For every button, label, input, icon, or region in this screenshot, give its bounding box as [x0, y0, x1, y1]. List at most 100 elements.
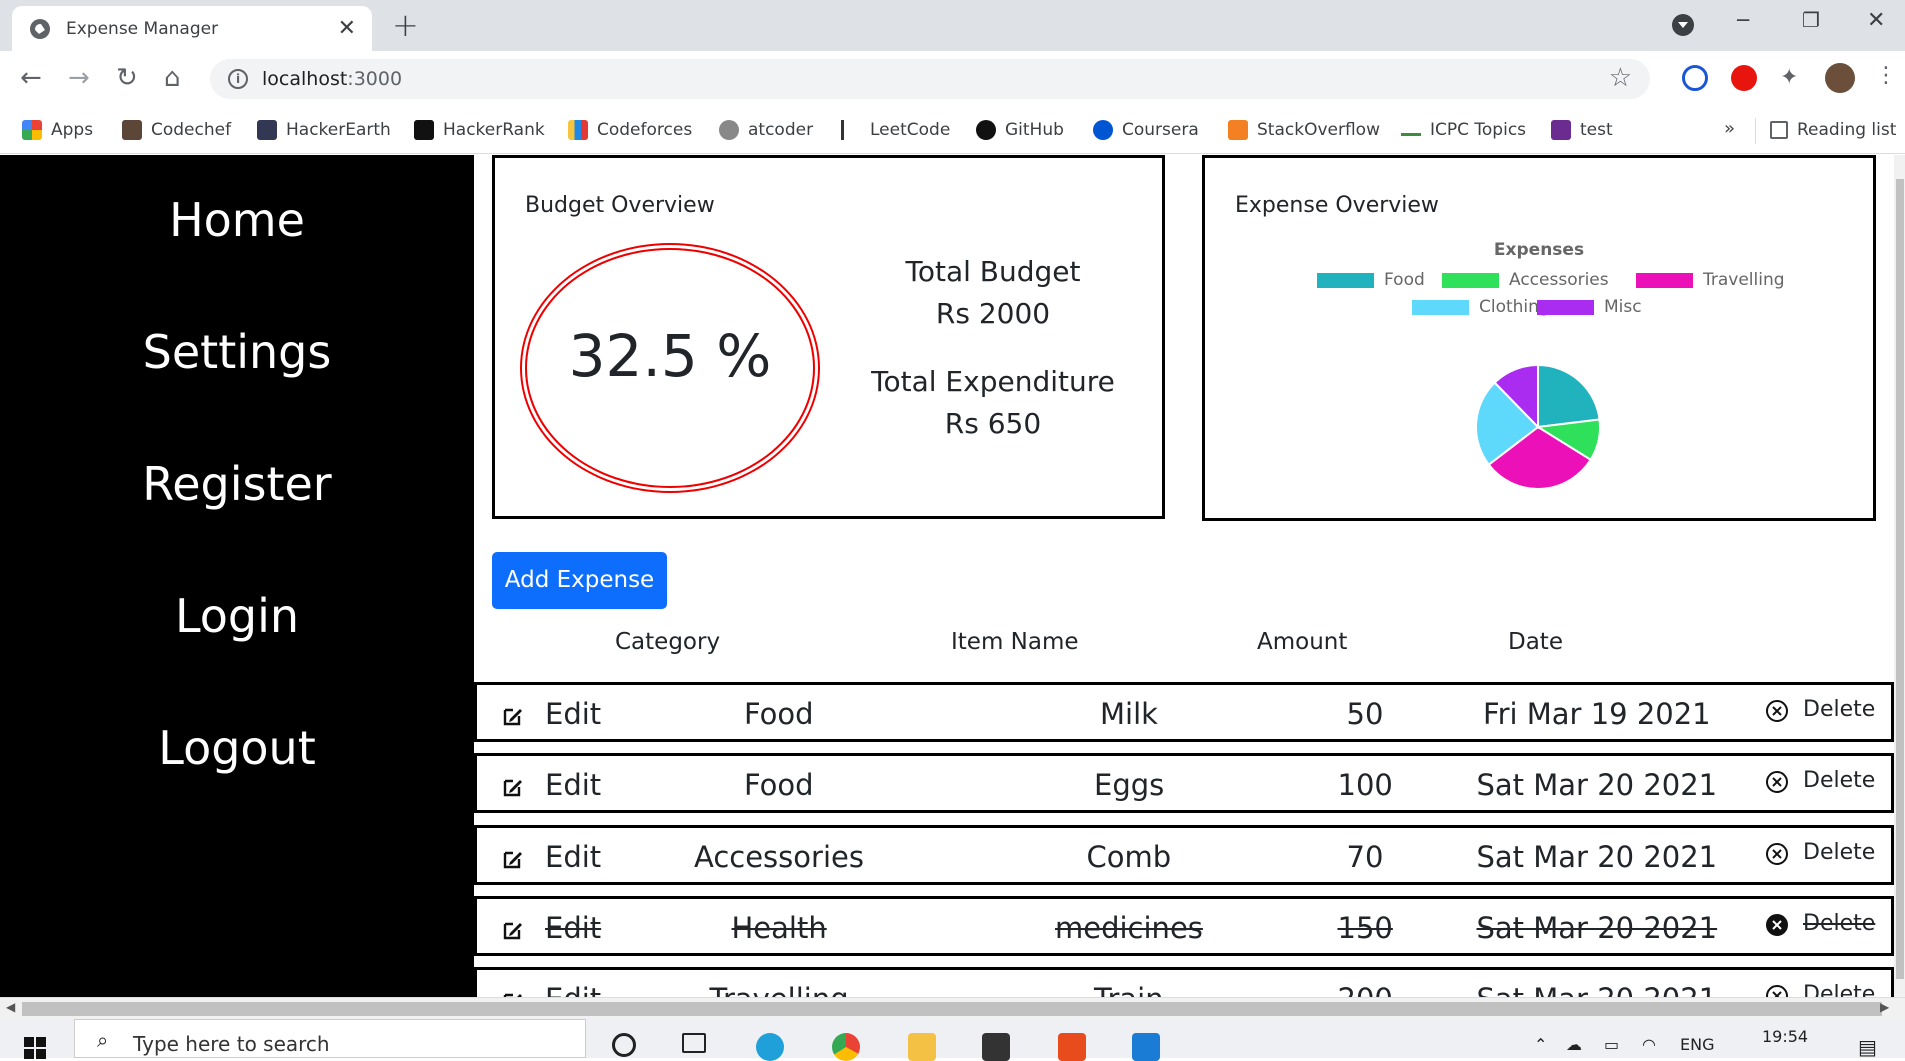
cell-amount: 50: [1346, 697, 1384, 731]
bookmark-test[interactable]: test: [1551, 118, 1613, 142]
edit-button[interactable]: Edit: [545, 768, 601, 802]
vertical-scrollbar[interactable]: [1894, 155, 1905, 997]
bookmark-label: LeetCode: [870, 120, 951, 140]
bookmark-codeforces[interactable]: Codeforces: [568, 118, 692, 142]
new-tab-button[interactable]: +: [392, 6, 419, 44]
back-icon[interactable]: ←: [20, 63, 42, 93]
browser-tabstrip: Expense Manager ✕ + ─ ❐ ✕: [0, 0, 1905, 51]
nav-login[interactable]: Login: [0, 589, 474, 643]
clock-time[interactable]: 19:54: [1762, 1027, 1808, 1046]
legend-item[interactable]: Misc: [1537, 297, 1642, 317]
cell-date: Fri Mar 19 2021: [1483, 697, 1711, 731]
minimize-icon[interactable]: ─: [1737, 8, 1749, 32]
add-expense-button[interactable]: Add Expense: [492, 552, 667, 609]
edge-icon[interactable]: [756, 1033, 784, 1061]
bookmark-atcoder[interactable]: atcoder: [719, 118, 813, 142]
legend-item[interactable]: Travelling: [1636, 270, 1785, 290]
legend-item[interactable]: Clothing: [1412, 297, 1550, 317]
tab-search-icon[interactable]: [1672, 14, 1694, 36]
task-view-icon[interactable]: [682, 1033, 706, 1053]
info-icon[interactable]: i: [228, 69, 248, 89]
bookmark-hackerearth[interactable]: HackerEarth: [257, 118, 391, 142]
onedrive-icon[interactable]: ☁: [1566, 1035, 1582, 1054]
bookmark-github[interactable]: GitHub: [976, 118, 1064, 142]
close-tab-icon[interactable]: ✕: [338, 16, 356, 41]
bookmark-label: Codechef: [151, 120, 232, 140]
bookmark-codechef[interactable]: Codechef: [122, 118, 231, 142]
chrome-icon[interactable]: [832, 1033, 860, 1061]
pie-slice-food[interactable]: [1537, 363, 1601, 429]
edit-icon[interactable]: [502, 776, 524, 798]
bookmark-star-icon[interactable]: ☆: [1609, 63, 1632, 93]
nav-settings[interactable]: Settings: [0, 325, 474, 379]
edit-button[interactable]: Edit: [545, 840, 601, 874]
edit-icon[interactable]: [502, 705, 524, 727]
nav-home[interactable]: Home: [0, 193, 474, 247]
bookmark-leetcode[interactable]: LeetCode: [841, 118, 950, 142]
cortana-icon[interactable]: [612, 1033, 636, 1057]
cell-item-name: Comb: [1086, 840, 1172, 874]
profile-avatar[interactable]: [1825, 63, 1855, 93]
bookmark-coursera[interactable]: Coursera: [1093, 118, 1199, 142]
edit-icon[interactable]: [502, 848, 524, 870]
menu-kebab-icon[interactable]: ⋮: [1875, 63, 1897, 88]
notifications-icon[interactable]: ▤: [1858, 1035, 1877, 1059]
close-window-icon[interactable]: ✕: [1867, 8, 1885, 33]
delete-circle-x-icon[interactable]: [1765, 842, 1789, 866]
nav-logout[interactable]: Logout: [0, 721, 474, 775]
forward-icon[interactable]: →: [68, 63, 90, 93]
scroll-left-icon[interactable]: ◀: [6, 1000, 15, 1014]
nav-register[interactable]: Register: [0, 457, 474, 511]
vertical-scroll-thumb[interactable]: [1896, 179, 1904, 979]
more-bookmarks-button[interactable]: »: [1724, 118, 1735, 139]
codeforces-icon: [568, 120, 588, 140]
horizontal-scroll-thumb[interactable]: [22, 1002, 1882, 1016]
header-amount: Amount: [1257, 629, 1348, 655]
legend-label: Misc: [1604, 297, 1642, 317]
total-budget-value: Rs 2000: [935, 297, 1051, 330]
wifi-icon[interactable]: ◠: [1642, 1035, 1656, 1054]
legend-item[interactable]: Accessories: [1442, 270, 1609, 290]
battery-icon[interactable]: ▭: [1604, 1035, 1619, 1054]
language-indicator[interactable]: ENG: [1680, 1035, 1714, 1054]
browser-tab[interactable]: Expense Manager ✕: [12, 6, 372, 51]
scroll-right-icon[interactable]: ▶: [1880, 1000, 1889, 1014]
bookmark-icpc-topics[interactable]: ICPC Topics: [1401, 118, 1526, 142]
bookmark-apps[interactable]: Apps: [22, 118, 93, 142]
store-icon[interactable]: [982, 1033, 1010, 1061]
tray-chevron-icon[interactable]: ⌃: [1534, 1035, 1547, 1054]
taskbar-search[interactable]: ⌕ Type here to search: [74, 1019, 586, 1058]
delete-circle-x-icon[interactable]: [1765, 913, 1789, 937]
ublock-extension-icon[interactable]: [1731, 65, 1757, 91]
leetcode-icon: [841, 120, 861, 140]
restore-icon[interactable]: ❐: [1802, 8, 1820, 32]
home-icon[interactable]: ⌂: [164, 63, 181, 93]
search-icon: ⌕: [97, 1028, 109, 1052]
bookmark-label: HackerEarth: [286, 120, 391, 140]
legend-item[interactable]: Food: [1317, 270, 1425, 290]
delete-button[interactable]: Delete: [1803, 697, 1875, 722]
edit-button[interactable]: Edit: [545, 697, 601, 731]
vscode-icon[interactable]: [1132, 1033, 1160, 1061]
delete-button[interactable]: Delete: [1803, 768, 1875, 793]
edit-button[interactable]: Edit: [545, 911, 601, 945]
bookmark-stackoverflow[interactable]: StackOverflow: [1228, 118, 1380, 142]
reading-list-button[interactable]: Reading list: [1770, 118, 1896, 142]
url-text: localhost:3000: [262, 68, 403, 90]
edit-icon[interactable]: [502, 919, 524, 941]
blocker-extension-icon[interactable]: [1682, 65, 1708, 91]
delete-circle-x-icon[interactable]: [1765, 770, 1789, 794]
windows-start-icon[interactable]: [24, 1037, 46, 1059]
extensions-puzzle-icon[interactable]: ✦: [1780, 65, 1806, 91]
delete-circle-x-icon[interactable]: [1765, 699, 1789, 723]
delete-button[interactable]: Delete: [1803, 840, 1875, 865]
reload-icon[interactable]: ↻: [116, 63, 138, 93]
hackerearth-icon: [257, 120, 277, 140]
office-icon[interactable]: [1058, 1033, 1086, 1061]
file-explorer-icon[interactable]: [908, 1033, 936, 1061]
delete-button[interactable]: Delete: [1803, 911, 1875, 936]
address-bar[interactable]: i localhost:3000 ☆: [210, 59, 1650, 99]
horizontal-scrollbar[interactable]: ◀ ▶: [0, 997, 1905, 1019]
bookmark-hackerrank[interactable]: HackerRank: [414, 118, 545, 142]
tab-title: Expense Manager: [66, 19, 219, 39]
